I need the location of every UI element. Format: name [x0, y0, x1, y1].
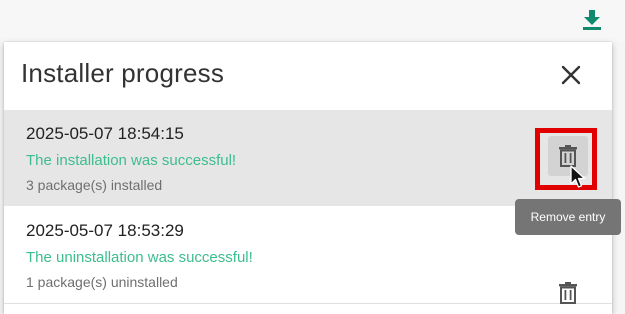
mouse-pointer-icon	[570, 165, 586, 188]
download-icon	[583, 10, 601, 30]
progress-entry: 2025-05-07 18:54:15 The installation was…	[4, 110, 612, 206]
panel-title: Installer progress	[21, 58, 225, 88]
remove-entry-tooltip: Remove entry	[515, 199, 621, 235]
remove-entry-button[interactable]	[548, 273, 588, 313]
close-button[interactable]	[556, 60, 586, 90]
entry-status-message: The installation was successful!	[26, 152, 237, 169]
highlight-annotation	[535, 128, 597, 190]
entry-timestamp: 2025-05-07 18:53:29	[26, 221, 184, 240]
close-icon	[561, 65, 581, 85]
top-toolbar	[0, 0, 625, 42]
panel-header: Installer progress	[4, 42, 612, 108]
entry-package-count: 3 package(s) installed	[26, 177, 163, 193]
download-button[interactable]	[578, 6, 606, 34]
entry-package-count: 1 package(s) uninstalled	[26, 274, 178, 290]
installer-progress-panel: Installer progress 2025-05-07 18:54:15 T…	[4, 42, 612, 314]
entry-status-message: The uninstallation was successful!	[26, 249, 253, 266]
trash-icon	[559, 282, 577, 304]
entry-timestamp: 2025-05-07 18:54:15	[26, 124, 184, 143]
